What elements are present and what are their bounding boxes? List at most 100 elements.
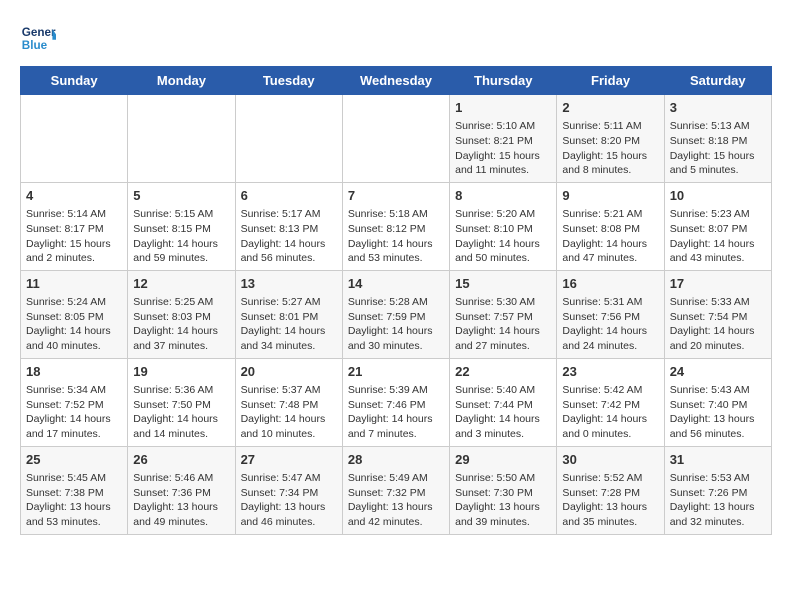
day-number: 5 [133, 187, 229, 205]
day-info: Sunrise: 5:11 AM [562, 119, 658, 134]
day-info: Sunrise: 5:25 AM [133, 295, 229, 310]
day-info: Sunrise: 5:30 AM [455, 295, 551, 310]
day-number: 20 [241, 363, 337, 381]
day-info: and 0 minutes. [562, 427, 658, 442]
day-info: Daylight: 14 hours [562, 324, 658, 339]
day-number: 23 [562, 363, 658, 381]
day-info: and 59 minutes. [133, 251, 229, 266]
day-info: Sunrise: 5:21 AM [562, 207, 658, 222]
day-info: Sunset: 8:10 PM [455, 222, 551, 237]
calendar-cell: 22Sunrise: 5:40 AMSunset: 7:44 PMDayligh… [450, 358, 557, 446]
day-info: Daylight: 13 hours [562, 500, 658, 515]
day-info: Sunset: 8:01 PM [241, 310, 337, 325]
day-number: 1 [455, 99, 551, 117]
calendar-cell: 28Sunrise: 5:49 AMSunset: 7:32 PMDayligh… [342, 446, 449, 534]
day-info: Sunrise: 5:36 AM [133, 383, 229, 398]
day-info: Sunrise: 5:42 AM [562, 383, 658, 398]
day-number: 14 [348, 275, 444, 293]
day-info: Sunrise: 5:39 AM [348, 383, 444, 398]
day-info: Sunset: 7:57 PM [455, 310, 551, 325]
week-row-5: 25Sunrise: 5:45 AMSunset: 7:38 PMDayligh… [21, 446, 772, 534]
calendar-cell: 10Sunrise: 5:23 AMSunset: 8:07 PMDayligh… [664, 182, 771, 270]
day-info: Sunset: 7:54 PM [670, 310, 766, 325]
day-info: and 39 minutes. [455, 515, 551, 530]
day-number: 18 [26, 363, 122, 381]
calendar-cell: 9Sunrise: 5:21 AMSunset: 8:08 PMDaylight… [557, 182, 664, 270]
day-info: Sunrise: 5:18 AM [348, 207, 444, 222]
week-row-1: 1Sunrise: 5:10 AMSunset: 8:21 PMDaylight… [21, 95, 772, 183]
day-info: Sunrise: 5:52 AM [562, 471, 658, 486]
day-info: Daylight: 15 hours [455, 149, 551, 164]
day-info: Sunset: 8:05 PM [26, 310, 122, 325]
calendar-cell: 21Sunrise: 5:39 AMSunset: 7:46 PMDayligh… [342, 358, 449, 446]
calendar-cell: 25Sunrise: 5:45 AMSunset: 7:38 PMDayligh… [21, 446, 128, 534]
day-info: Sunrise: 5:47 AM [241, 471, 337, 486]
day-number: 29 [455, 451, 551, 469]
day-info: Daylight: 13 hours [348, 500, 444, 515]
day-info: Daylight: 15 hours [26, 237, 122, 252]
day-info: Daylight: 14 hours [348, 412, 444, 427]
day-info: Sunset: 8:13 PM [241, 222, 337, 237]
day-info: and 20 minutes. [670, 339, 766, 354]
day-info: Daylight: 14 hours [562, 412, 658, 427]
day-info: Daylight: 14 hours [670, 237, 766, 252]
day-info: Daylight: 13 hours [133, 500, 229, 515]
svg-text:General: General [22, 26, 56, 39]
day-info: Sunrise: 5:23 AM [670, 207, 766, 222]
day-info: Sunset: 7:56 PM [562, 310, 658, 325]
day-info: Sunset: 7:34 PM [241, 486, 337, 501]
calendar-cell: 11Sunrise: 5:24 AMSunset: 8:05 PMDayligh… [21, 270, 128, 358]
day-info: Sunset: 8:03 PM [133, 310, 229, 325]
day-info: Sunrise: 5:14 AM [26, 207, 122, 222]
day-info: Sunset: 7:32 PM [348, 486, 444, 501]
calendar-cell: 5Sunrise: 5:15 AMSunset: 8:15 PMDaylight… [128, 182, 235, 270]
page-header: General Blue [20, 20, 772, 56]
day-number: 2 [562, 99, 658, 117]
day-info: Sunrise: 5:34 AM [26, 383, 122, 398]
day-number: 19 [133, 363, 229, 381]
calendar-cell: 6Sunrise: 5:17 AMSunset: 8:13 PMDaylight… [235, 182, 342, 270]
calendar-cell: 1Sunrise: 5:10 AMSunset: 8:21 PMDaylight… [450, 95, 557, 183]
day-number: 27 [241, 451, 337, 469]
day-info: Sunset: 7:26 PM [670, 486, 766, 501]
calendar-cell [128, 95, 235, 183]
calendar-cell: 26Sunrise: 5:46 AMSunset: 7:36 PMDayligh… [128, 446, 235, 534]
day-header-friday: Friday [557, 67, 664, 95]
day-number: 16 [562, 275, 658, 293]
day-number: 3 [670, 99, 766, 117]
day-info: and 34 minutes. [241, 339, 337, 354]
day-number: 4 [26, 187, 122, 205]
calendar-cell: 15Sunrise: 5:30 AMSunset: 7:57 PMDayligh… [450, 270, 557, 358]
calendar-cell: 4Sunrise: 5:14 AMSunset: 8:17 PMDaylight… [21, 182, 128, 270]
day-number: 17 [670, 275, 766, 293]
calendar-cell: 18Sunrise: 5:34 AMSunset: 7:52 PMDayligh… [21, 358, 128, 446]
day-info: Daylight: 14 hours [241, 412, 337, 427]
day-info: and 53 minutes. [26, 515, 122, 530]
day-info: Sunset: 7:46 PM [348, 398, 444, 413]
day-info: and 42 minutes. [348, 515, 444, 530]
day-info: Sunrise: 5:17 AM [241, 207, 337, 222]
calendar-cell: 8Sunrise: 5:20 AMSunset: 8:10 PMDaylight… [450, 182, 557, 270]
day-number: 9 [562, 187, 658, 205]
day-number: 31 [670, 451, 766, 469]
day-info: and 56 minutes. [670, 427, 766, 442]
day-info: Sunset: 7:38 PM [26, 486, 122, 501]
day-info: Daylight: 14 hours [455, 237, 551, 252]
day-info: and 5 minutes. [670, 163, 766, 178]
day-number: 22 [455, 363, 551, 381]
day-info: and 3 minutes. [455, 427, 551, 442]
day-header-tuesday: Tuesday [235, 67, 342, 95]
day-info: and 43 minutes. [670, 251, 766, 266]
day-info: Sunset: 8:15 PM [133, 222, 229, 237]
calendar-cell: 29Sunrise: 5:50 AMSunset: 7:30 PMDayligh… [450, 446, 557, 534]
day-number: 24 [670, 363, 766, 381]
day-number: 28 [348, 451, 444, 469]
day-info: Sunrise: 5:37 AM [241, 383, 337, 398]
day-info: Sunrise: 5:15 AM [133, 207, 229, 222]
calendar-cell [342, 95, 449, 183]
week-row-3: 11Sunrise: 5:24 AMSunset: 8:05 PMDayligh… [21, 270, 772, 358]
day-info: and 10 minutes. [241, 427, 337, 442]
day-info: Sunset: 8:12 PM [348, 222, 444, 237]
calendar-cell: 27Sunrise: 5:47 AMSunset: 7:34 PMDayligh… [235, 446, 342, 534]
day-number: 15 [455, 275, 551, 293]
